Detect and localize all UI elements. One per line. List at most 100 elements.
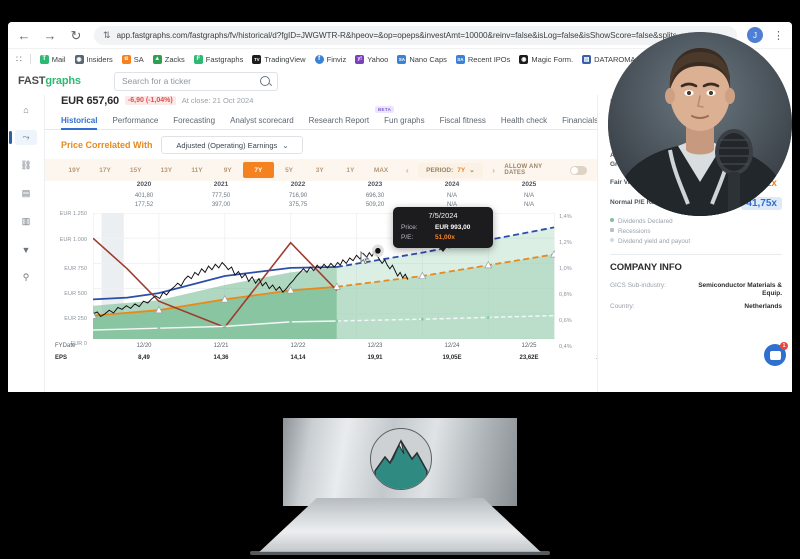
- chart-tooltip: 7/5/2024 Price: EUR 993,00 P/E: 51,00x: [393, 207, 493, 252]
- finviz-icon: f: [314, 54, 324, 64]
- site-settings-icon[interactable]: ⇅: [103, 30, 111, 41]
- period-17y[interactable]: 17Y: [90, 159, 121, 181]
- y-tick: EUR 750: [64, 266, 87, 272]
- insiders-icon: ◉: [74, 54, 84, 64]
- bookmark-mail[interactable]: T Mail: [39, 54, 66, 64]
- globe-icon: ◉: [519, 54, 529, 64]
- bookmark-recent-ipos[interactable]: SA Recent IPOs: [455, 54, 511, 64]
- legend-dot-icon: [610, 238, 614, 243]
- correlation-value: Adjusted (Operating) Earnings: [176, 140, 278, 150]
- legend-dot-icon: [610, 217, 614, 222]
- period-13y[interactable]: 13Y: [151, 159, 182, 181]
- y-tick: EUR 1.250: [59, 211, 87, 217]
- period-3y[interactable]: 3Y: [304, 159, 335, 181]
- col-year: 2022: [290, 181, 306, 188]
- bookmark-finviz[interactable]: f Finviz: [314, 54, 346, 64]
- bookmark-label: Mail: [51, 54, 66, 64]
- portfolio-icon: ⛓: [20, 160, 32, 170]
- eps-cell: 8,49: [138, 355, 150, 361]
- address-bar[interactable]: ⇅ app.fastgraphs.com/fastgraphs/fv/histo…: [94, 25, 737, 45]
- yahoo-icon: y!: [355, 54, 365, 64]
- period-9y[interactable]: 9Y: [212, 159, 243, 181]
- bookmark-zacks[interactable]: ▲ Zacks: [152, 54, 185, 64]
- correlation-select[interactable]: Adjusted (Operating) Earnings ⌄: [161, 136, 304, 154]
- tab-bar: Historical Performance Forecasting Analy…: [45, 106, 598, 130]
- y-tick-right: 1,0%: [559, 266, 572, 272]
- search-input[interactable]: Search for a ticker: [114, 71, 278, 91]
- news-icon: ▥: [21, 216, 31, 226]
- bookmark-label: Magic Form.: [531, 54, 574, 64]
- filter-icon: ▼: [21, 244, 31, 255]
- legend-item-recessions: Recessions: [610, 227, 782, 237]
- status-badge: -6,90 (-1,04%): [124, 96, 176, 105]
- search-icon[interactable]: [260, 76, 270, 86]
- col-low: 375,75: [288, 202, 308, 208]
- tradingview-icon: TV: [252, 54, 262, 64]
- bookmark-dataroma[interactable]: ▤ DATAROMA: [582, 54, 635, 64]
- chat-support-button[interactable]: 1: [764, 342, 788, 366]
- bookmark-label: SA: [133, 54, 144, 64]
- allow-any-dates-toggle[interactable]: ALLOW ANY DATES: [504, 164, 588, 176]
- tab-fun-graphs[interactable]: Fun graphs: [384, 116, 424, 129]
- browser-menu-icon[interactable]: ⋮: [773, 29, 784, 42]
- y-tick-right: 1,4%: [559, 214, 572, 220]
- fydate-cell: 12/24: [444, 343, 460, 349]
- apps-grid-icon[interactable]: ∷: [16, 54, 22, 65]
- laptop-image: [240, 418, 560, 559]
- bookmark-sa[interactable]: α SA: [121, 54, 144, 64]
- y-axis-right: 1,4% 1,2% 1,0% 0,8% 0,6% 0,4%: [555, 213, 597, 350]
- bookmark-nano-caps[interactable]: SA Nano Caps: [397, 54, 447, 64]
- reload-icon[interactable]: ↻: [68, 27, 84, 43]
- chart-bottom-axis: FYDate EPS 12/20 12/21 12/22 12/23 12/24…: [45, 339, 616, 367]
- sidebar-item-briefcase[interactable]: ▤: [15, 186, 37, 201]
- bookmark-magic-formula[interactable]: ◉ Magic Form.: [519, 54, 574, 64]
- period-1y[interactable]: 1Y: [335, 159, 366, 181]
- tab-performance[interactable]: Performance: [112, 116, 158, 129]
- mail-icon: T: [39, 54, 49, 64]
- period-5y[interactable]: 5Y: [274, 159, 305, 181]
- mountain-logo-icon: [370, 428, 432, 490]
- tab-financials[interactable]: Financials: [562, 116, 598, 129]
- avatar[interactable]: J: [747, 27, 763, 43]
- beta-badge: BETA: [375, 106, 395, 113]
- tab-health-check[interactable]: Health check: [501, 116, 547, 129]
- prev-period-icon[interactable]: ‹: [396, 166, 418, 175]
- back-icon[interactable]: ←: [16, 27, 32, 43]
- tooltip-tail: [439, 246, 447, 252]
- bookmark-tradingview[interactable]: TV TradingView: [252, 54, 306, 64]
- tooltip-date: 7/5/2024: [428, 211, 458, 220]
- tab-fiscal-fitness[interactable]: Fiscal fitness: [440, 116, 486, 129]
- toggle-switch[interactable]: [570, 165, 588, 175]
- row-label-fydate: FYDate: [55, 343, 76, 349]
- sidebar-item-filter[interactable]: ▼: [15, 242, 37, 257]
- tooltip-price-row: Price: EUR 993,00: [401, 223, 485, 233]
- bookmark-label: Nano Caps: [409, 54, 447, 64]
- period-dropdown-value: 7Y: [457, 166, 466, 174]
- sidebar-item-news[interactable]: ▥: [15, 214, 37, 229]
- bookmark-insiders[interactable]: ◉ Insiders: [74, 54, 113, 64]
- logo[interactable]: FASTgraphs: [8, 75, 114, 87]
- period-15y[interactable]: 15Y: [120, 159, 151, 181]
- sidebar-item-account[interactable]: ⚲: [15, 270, 37, 285]
- bookmark-fastgraphs[interactable]: F Fastgraphs: [193, 54, 243, 64]
- chart-icon: ⤳: [22, 132, 30, 142]
- mouse-cursor-icon: [360, 250, 370, 265]
- period-max[interactable]: MAX: [366, 159, 397, 181]
- bookmark-label: Recent IPOs: [467, 54, 511, 64]
- sidebar-item-home[interactable]: ⌂: [15, 102, 37, 117]
- sidebar-item-charts[interactable]: ⤳: [9, 130, 37, 145]
- next-period-icon[interactable]: ›: [483, 166, 505, 175]
- sidebar-item-portfolio[interactable]: ⛓: [15, 158, 37, 173]
- period-7y[interactable]: 7Y: [243, 162, 274, 178]
- forward-icon[interactable]: →: [42, 27, 58, 43]
- period-dropdown[interactable]: PERIOD: 7Y ⌄: [418, 162, 483, 178]
- bookmark-yahoo[interactable]: y! Yahoo: [355, 54, 388, 64]
- period-11y[interactable]: 11Y: [182, 159, 213, 181]
- period-19y[interactable]: 19Y: [59, 159, 90, 181]
- tab-historical[interactable]: Historical: [61, 116, 98, 130]
- tab-analyst-scorecard[interactable]: Analyst scorecard: [230, 116, 294, 129]
- col-high: 777,50: [211, 193, 231, 199]
- tab-research-report[interactable]: Research Report: [309, 116, 369, 129]
- tab-forecasting[interactable]: Forecasting: [173, 116, 215, 129]
- ticker-summary: EUR 657,60 -6,90 (-1,04%) At close: 21 O…: [45, 94, 597, 107]
